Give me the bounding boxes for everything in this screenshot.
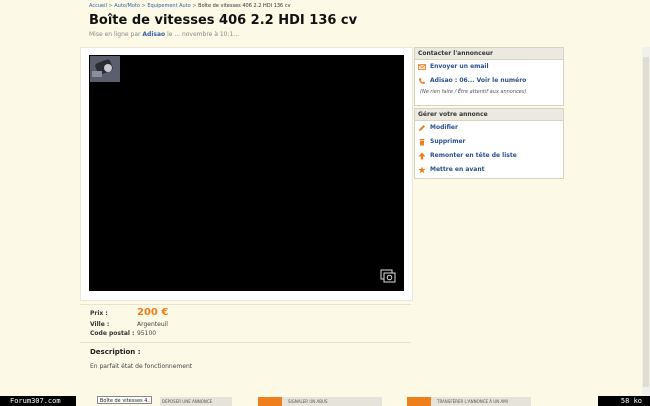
breadcrumb-category[interactable]: Auto/Moto xyxy=(114,3,140,9)
site-name-label: Forum307.com xyxy=(0,396,76,406)
photo-viewer[interactable] xyxy=(89,55,404,291)
report-abuse-label: SIGNALER UN ABUS xyxy=(288,399,328,404)
breadcrumb-current: Boîte de vitesses 406 2.2 HDI 136 cv xyxy=(198,3,291,9)
posted-prefix: Mise en ligne par xyxy=(89,31,141,38)
posted-user-link[interactable]: Adisao xyxy=(142,31,165,38)
breadcrumb-separator: > xyxy=(141,3,146,9)
manage-header: Gérer votre annonce xyxy=(415,109,563,121)
post-ad-button[interactable]: DÉPOSER UNE ANNONCE xyxy=(160,397,232,406)
photo-gallery-icon[interactable] xyxy=(380,269,396,283)
phone-icon xyxy=(419,78,425,84)
page-title: Boîte de vitesses 406 2.2 HDI 136 cv xyxy=(89,13,358,28)
contact-box: Contacter l'annonceur Envoyer un email A… xyxy=(414,47,564,106)
posted-info: Mise en ligne par Adisao le ... novembre… xyxy=(89,31,239,38)
report-abuse-icon xyxy=(258,397,282,406)
details-divider-top xyxy=(80,304,411,305)
breadcrumb-separator: > xyxy=(108,3,113,9)
delete-ad-button[interactable]: Supprimer xyxy=(415,135,563,149)
posted-suffix: le ... novembre à 10:1... xyxy=(167,31,240,38)
send-email-label: Envoyer un email xyxy=(430,63,489,70)
page-size-label: 58 ko xyxy=(598,396,650,406)
manage-box: Gérer votre annonce Modifier Supprimer R… xyxy=(414,108,564,179)
photo-card xyxy=(80,47,413,301)
window-tab[interactable]: Boîte de vitesses 4... xyxy=(97,396,152,404)
pencil-icon xyxy=(419,125,425,131)
bottom-bar: Forum307.com Boîte de vitesses 4... DÉPO… xyxy=(0,396,650,406)
contact-note: (Ne rien faire / Être attentif aux annon… xyxy=(420,89,527,95)
feature-ad-button[interactable]: Mettre en avant xyxy=(415,163,563,177)
send-email-button[interactable]: Envoyer un email xyxy=(415,60,563,74)
delete-ad-label: Supprimer xyxy=(430,138,466,145)
contact-header: Contacter l'annonceur xyxy=(415,48,563,60)
show-phone-button[interactable]: Adisao : 06... Voir le numéro xyxy=(415,74,563,88)
share-ad-label: TRANSFÉRER L'ANNONCE À UN AMI xyxy=(437,399,508,404)
breadcrumb-subcategory[interactable]: Equipement Auto xyxy=(147,3,190,9)
report-abuse-button[interactable]: SIGNALER UN ABUS xyxy=(258,397,382,406)
trash-icon xyxy=(419,139,425,146)
scrollbar-thumb[interactable] xyxy=(643,57,649,387)
description-text: En parfait état de fonctionnement xyxy=(90,363,193,370)
feature-ad-label: Mettre en avant xyxy=(430,166,485,173)
edit-ad-label: Modifier xyxy=(430,124,458,131)
edit-ad-button[interactable]: Modifier xyxy=(415,121,563,135)
share-ad-button[interactable]: TRANSFÉRER L'ANNONCE À UN AMI xyxy=(407,397,531,406)
breadcrumb: Accueil > Auto/Moto > Equipement Auto > … xyxy=(89,3,291,9)
share-ad-icon xyxy=(407,397,431,406)
post-ad-label: DÉPOSER UNE ANNONCE xyxy=(162,399,213,404)
breadcrumb-home[interactable]: Accueil xyxy=(89,3,107,9)
city-value: Argenteuil xyxy=(137,321,168,328)
price-value: 200 € xyxy=(137,307,169,318)
breadcrumb-separator: > xyxy=(192,3,197,9)
show-phone-label: Adisao : 06... Voir le numéro xyxy=(430,77,527,84)
bump-ad-button[interactable]: Remonter en tête de liste xyxy=(415,149,563,163)
arrow-up-icon xyxy=(418,152,426,160)
details-divider-bottom xyxy=(80,342,411,343)
postal-code-label: Code postal : xyxy=(90,330,135,337)
postal-code-value: 95100 xyxy=(137,330,157,337)
email-icon xyxy=(418,64,426,70)
photo-thumbnail[interactable] xyxy=(90,56,120,82)
bump-ad-label: Remonter en tête de liste xyxy=(430,152,517,159)
star-icon xyxy=(418,166,426,174)
price-label: Prix : xyxy=(90,310,108,317)
description-title: Description : xyxy=(90,348,141,356)
vertical-scrollbar[interactable] xyxy=(642,47,650,398)
city-label: Ville : xyxy=(90,321,110,328)
